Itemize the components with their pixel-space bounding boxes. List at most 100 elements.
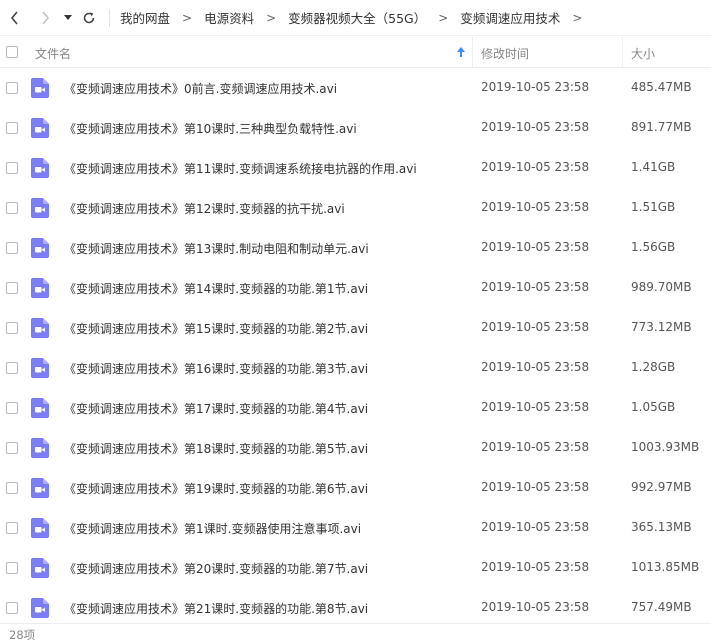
file-row[interactable]: 《变频调速应用技术》第21课时.变频器的功能.第8节.avi 2019-10-05… [0, 588, 711, 628]
file-row[interactable]: 《变频调速应用技术》第14课时.变频器的功能.第1节.avi 2019-10-05… [0, 268, 711, 308]
file-size: 1.51GB [631, 200, 676, 214]
forward-button[interactable] [33, 6, 57, 30]
video-file-icon [31, 158, 49, 178]
file-name[interactable]: 《变频调速应用技术》第1课时.变频器使用注意事项.avi [64, 520, 361, 537]
select-all-checkbox[interactable] [6, 46, 18, 58]
row-checkbox[interactable] [6, 282, 18, 294]
row-checkbox[interactable] [6, 362, 18, 374]
column-divider[interactable] [472, 37, 473, 67]
refresh-button[interactable] [77, 6, 101, 30]
file-name[interactable]: 《变频调速应用技术》第12课时.变频器的抗干扰.avi [64, 200, 345, 217]
breadcrumb-separator: > [266, 10, 277, 25]
breadcrumb-separator: > [182, 10, 193, 25]
breadcrumb-item[interactable]: 变频调速应用技术 [460, 8, 560, 27]
row-checkbox[interactable] [6, 522, 18, 534]
file-name[interactable]: 《变频调速应用技术》第10课时.三种典型负载特性.avi [64, 120, 357, 137]
file-size: 485.47MB [631, 80, 692, 94]
file-list: 《变频调速应用技术》0前言.变频调速应用技术.avi 2019-10-05 23:… [0, 68, 711, 628]
row-checkbox[interactable] [6, 322, 18, 334]
chevron-left-icon [10, 10, 18, 25]
file-row[interactable]: 《变频调速应用技术》第15课时.变频器的功能.第2节.avi 2019-10-05… [0, 308, 711, 348]
file-row[interactable]: 《变频调速应用技术》第13课时.制动电阻和制动单元.avi 2019-10-05 … [0, 228, 711, 268]
breadcrumb-item[interactable]: 电源资料 [204, 8, 254, 27]
video-file-icon [31, 238, 49, 258]
file-size: 992.97MB [631, 480, 692, 494]
file-modified-time: 2019-10-05 23:58 [481, 440, 590, 454]
file-name[interactable]: 《变频调速应用技术》第14课时.变频器的功能.第1节.avi [64, 280, 368, 297]
column-header-size[interactable]: 大小 [631, 45, 655, 62]
file-size: 1.41GB [631, 160, 676, 174]
video-file-icon [31, 598, 49, 618]
video-file-icon [31, 318, 49, 338]
file-row[interactable]: 《变频调速应用技术》第19课时.变频器的功能.第6节.avi 2019-10-05… [0, 468, 711, 508]
file-row[interactable]: 《变频调速应用技术》第17课时.变频器的功能.第4节.avi 2019-10-05… [0, 388, 711, 428]
file-row[interactable]: 《变频调速应用技术》0前言.变频调速应用技术.avi 2019-10-05 23:… [0, 68, 711, 108]
file-name[interactable]: 《变频调速应用技术》第15课时.变频器的功能.第2节.avi [64, 320, 368, 337]
file-row[interactable]: 《变频调速应用技术》第18课时.变频器的功能.第5节.avi 2019-10-05… [0, 428, 711, 468]
file-size: 891.77MB [631, 120, 692, 134]
row-checkbox[interactable] [6, 242, 18, 254]
refresh-icon [83, 11, 95, 23]
file-modified-time: 2019-10-05 23:58 [481, 120, 590, 134]
file-row[interactable]: 《变频调速应用技术》第10课时.三种典型负载特性.avi 2019-10-05 2… [0, 108, 711, 148]
file-size: 1.05GB [631, 400, 676, 414]
file-name[interactable]: 《变频调速应用技术》第13课时.制动电阻和制动单元.avi [64, 240, 369, 257]
item-count: 28项 [9, 628, 36, 642]
back-button[interactable] [3, 6, 27, 30]
navigation-bar: 我的网盘 > 电源资料 > 变频器视频大全（55G） > 变频调速应用技术 > [0, 0, 711, 36]
row-checkbox[interactable] [6, 82, 18, 94]
row-checkbox[interactable] [6, 202, 18, 214]
file-list-header: 文件名 修改时间 大小 [0, 37, 711, 68]
breadcrumb-item[interactable]: 我的网盘 [120, 8, 170, 27]
file-size: 989.70MB [631, 280, 692, 294]
video-file-icon [31, 198, 49, 218]
row-checkbox[interactable] [6, 602, 18, 614]
file-modified-time: 2019-10-05 23:58 [481, 320, 590, 334]
video-file-icon [31, 558, 49, 578]
column-header-name[interactable]: 文件名 [35, 45, 71, 62]
history-dropdown-button[interactable] [61, 6, 75, 30]
file-modified-time: 2019-10-05 23:58 [481, 480, 590, 494]
file-modified-time: 2019-10-05 23:58 [481, 400, 590, 414]
video-file-icon [31, 358, 49, 378]
video-file-icon [31, 518, 49, 538]
breadcrumb: 我的网盘 > 电源资料 > 变频器视频大全（55G） > 变频调速应用技术 > [120, 8, 594, 27]
column-divider[interactable] [622, 37, 623, 67]
file-row[interactable]: 《变频调速应用技术》第12课时.变频器的抗干扰.avi 2019-10-05 23… [0, 188, 711, 228]
file-modified-time: 2019-10-05 23:58 [481, 240, 590, 254]
file-name[interactable]: 《变频调速应用技术》第11课时.变频调速系统接电抗器的作用.avi [64, 160, 417, 177]
file-size: 365.13MB [631, 520, 692, 534]
nav-divider [109, 8, 110, 27]
video-file-icon [31, 278, 49, 298]
video-file-icon [31, 438, 49, 458]
file-name[interactable]: 《变频调速应用技术》0前言.变频调速应用技术.avi [64, 80, 337, 97]
file-name[interactable]: 《变频调速应用技术》第18课时.变频器的功能.第5节.avi [64, 440, 368, 457]
file-row[interactable]: 《变频调速应用技术》第20课时.变频器的功能.第7节.avi 2019-10-05… [0, 548, 711, 588]
file-size: 1013.85MB [631, 560, 700, 574]
breadcrumb-separator: > [438, 10, 449, 25]
row-checkbox[interactable] [6, 402, 18, 414]
file-row[interactable]: 《变频调速应用技术》第1课时.变频器使用注意事项.avi 2019-10-05 2… [0, 508, 711, 548]
file-name[interactable]: 《变频调速应用技术》第20课时.变频器的功能.第7节.avi [64, 560, 368, 577]
caret-down-icon [64, 14, 72, 20]
file-row[interactable]: 《变频调速应用技术》第11课时.变频调速系统接电抗器的作用.avi 2019-10… [0, 148, 711, 188]
row-checkbox[interactable] [6, 562, 18, 574]
file-modified-time: 2019-10-05 23:58 [481, 600, 590, 614]
row-checkbox[interactable] [6, 482, 18, 494]
file-size: 1003.93MB [631, 440, 700, 454]
row-checkbox[interactable] [6, 162, 18, 174]
sort-ascending-icon[interactable] [456, 46, 466, 58]
file-modified-time: 2019-10-05 23:58 [481, 560, 590, 574]
file-name[interactable]: 《变频调速应用技术》第21课时.变频器的功能.第8节.avi [64, 600, 368, 617]
file-modified-time: 2019-10-05 23:58 [481, 80, 590, 94]
file-size: 1.56GB [631, 240, 676, 254]
row-checkbox[interactable] [6, 122, 18, 134]
file-name[interactable]: 《变频调速应用技术》第16课时.变频器的功能.第3节.avi [64, 360, 368, 377]
file-row[interactable]: 《变频调速应用技术》第16课时.变频器的功能.第3节.avi 2019-10-05… [0, 348, 711, 388]
column-header-modified[interactable]: 修改时间 [481, 45, 529, 62]
file-name[interactable]: 《变频调速应用技术》第17课时.变频器的功能.第4节.avi [64, 400, 368, 417]
row-checkbox[interactable] [6, 442, 18, 454]
breadcrumb-item[interactable]: 变频器视频大全（55G） [288, 8, 426, 27]
video-file-icon [31, 78, 49, 98]
file-name[interactable]: 《变频调速应用技术》第19课时.变频器的功能.第6节.avi [64, 480, 368, 497]
